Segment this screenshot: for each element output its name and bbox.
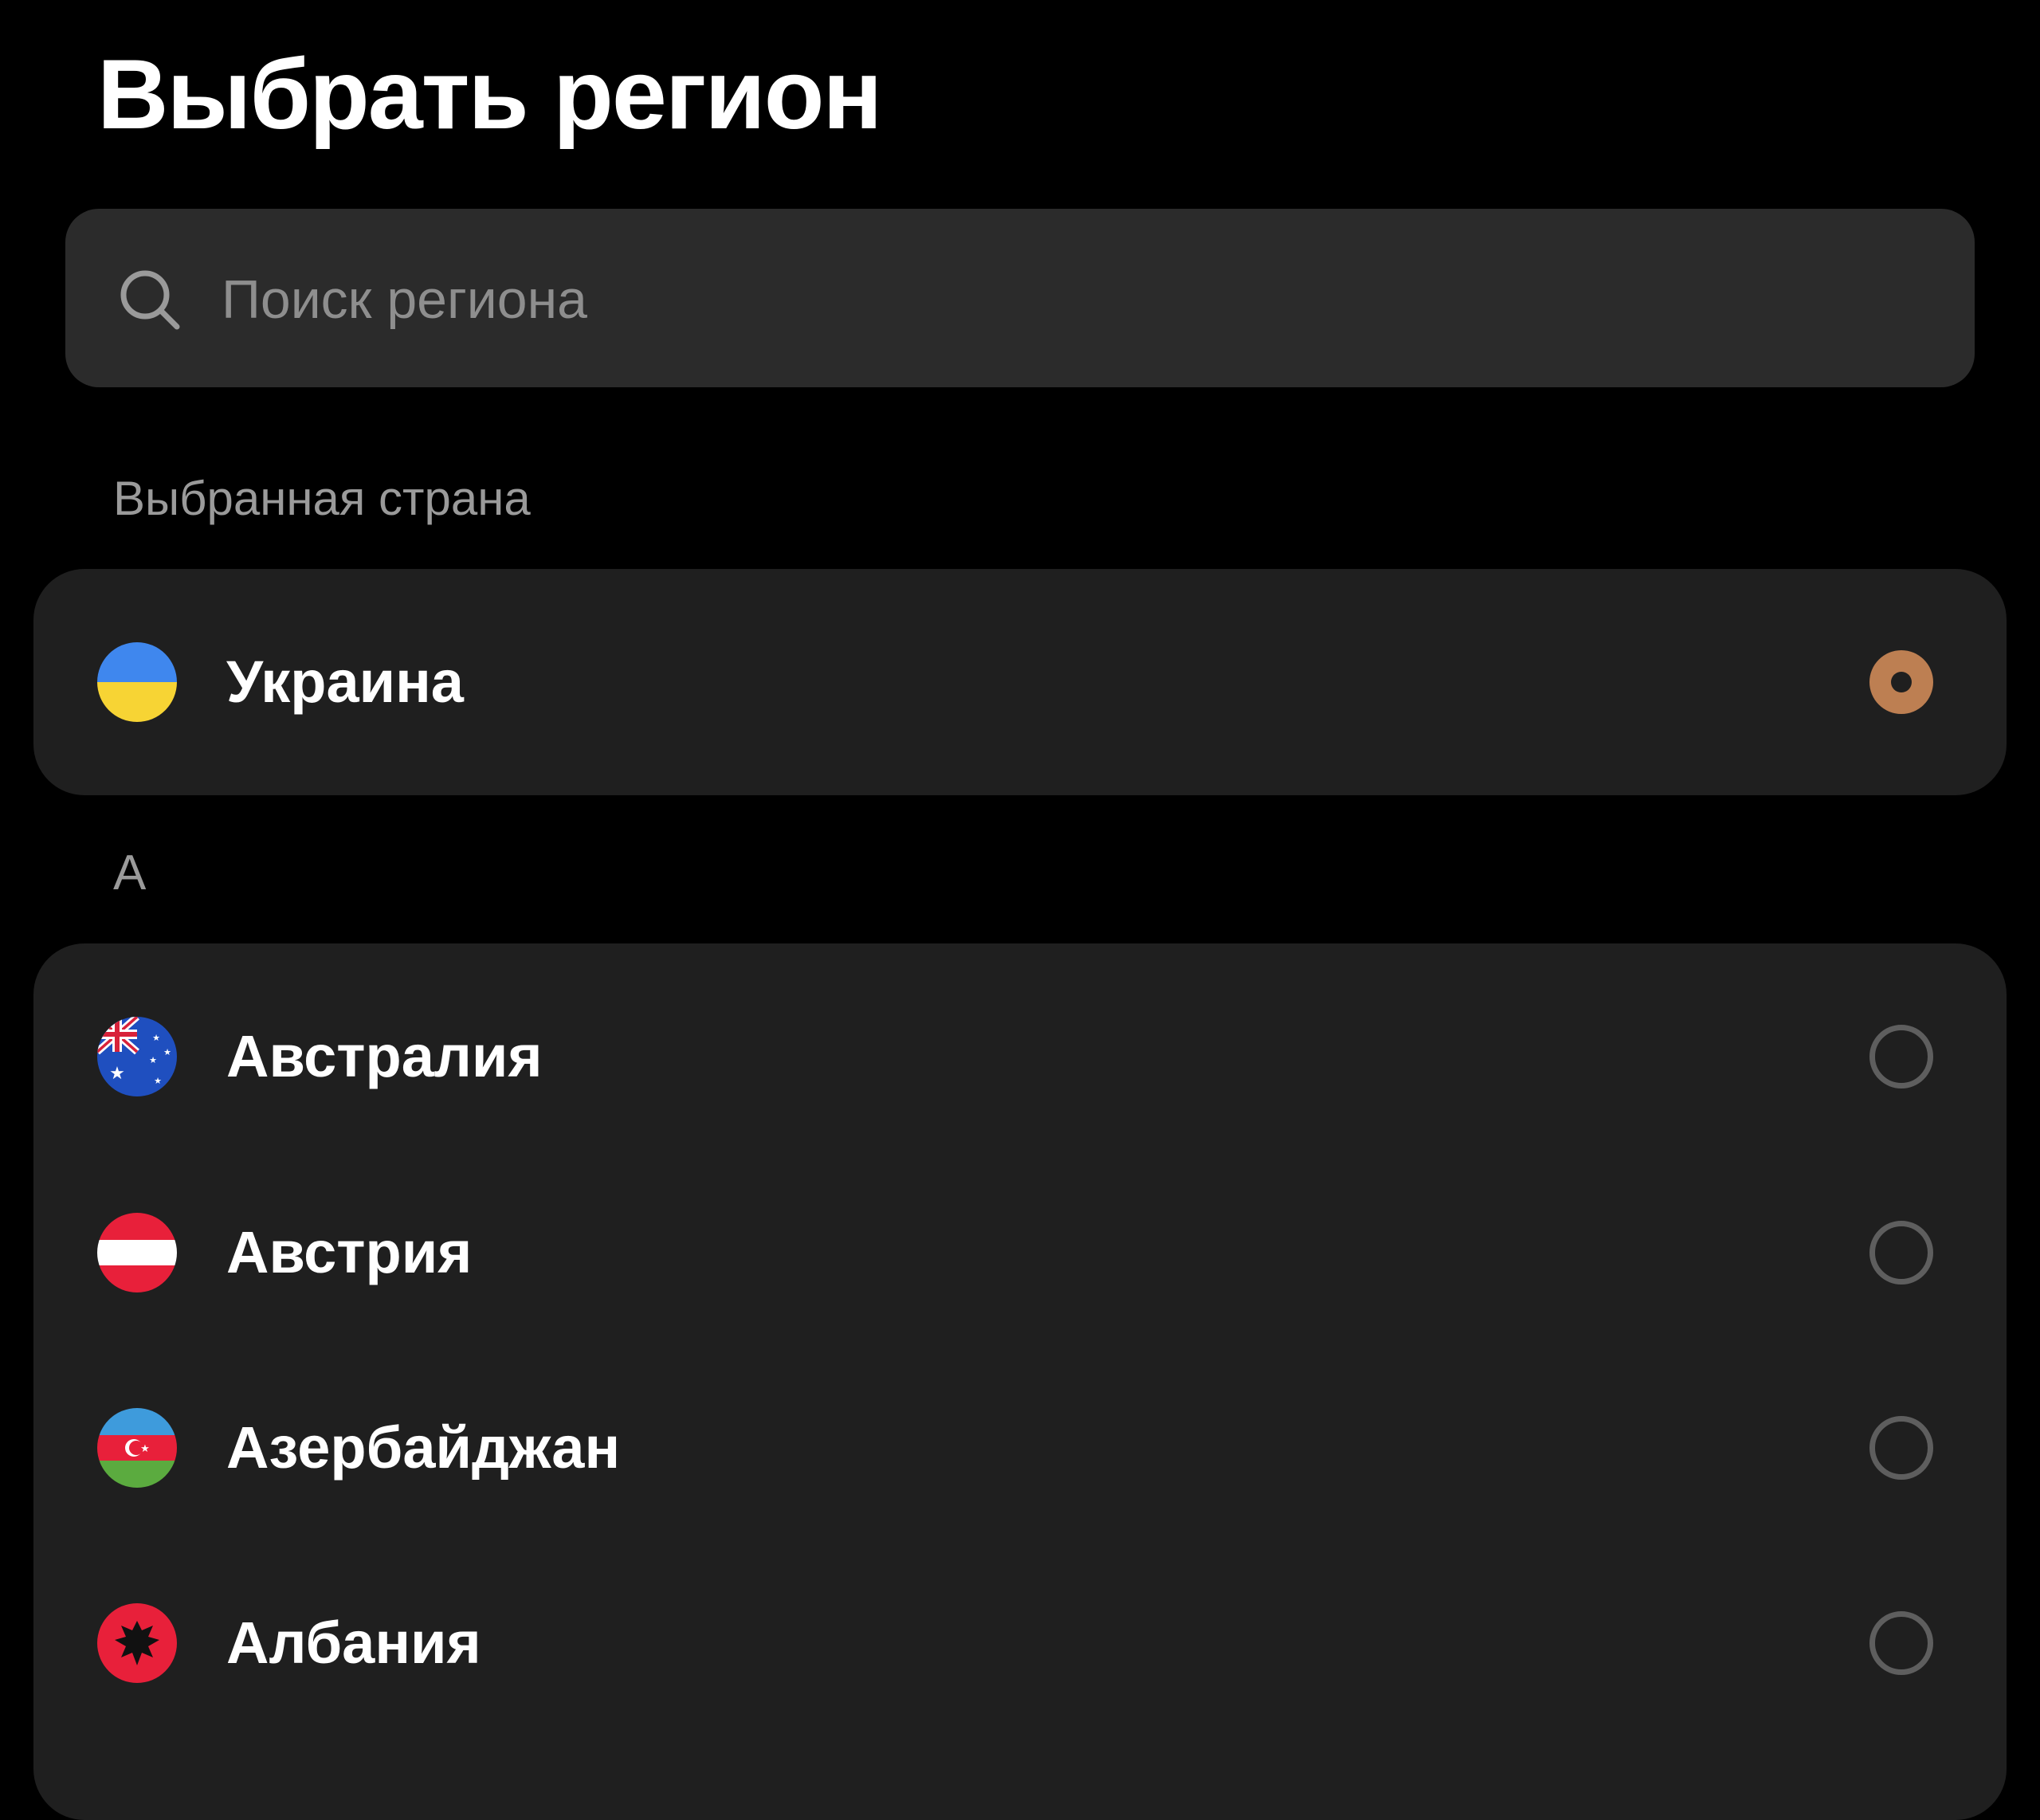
radio-unselected[interactable] [1869, 1416, 1933, 1480]
albania-flag-icon [97, 1603, 177, 1683]
selected-country-label: Выбранная страна [113, 472, 531, 525]
svg-text:★: ★ [140, 1443, 150, 1455]
country-name: Азербайджан [226, 1414, 621, 1481]
country-list-card: ★ ★ ★ ★ ★ Австралия Австрия ★ Азербайджа… [33, 943, 2007, 1820]
country-row-austria[interactable]: Австрия [33, 1138, 2007, 1332]
austria-flag-icon [97, 1213, 177, 1292]
australia-flag-icon: ★ ★ ★ ★ ★ [97, 1017, 177, 1096]
ukraine-flag-icon [97, 642, 177, 722]
svg-text:★: ★ [152, 1033, 160, 1043]
radio-selected[interactable] [1869, 650, 1933, 714]
country-row-australia[interactable]: ★ ★ ★ ★ ★ Австралия [33, 943, 2007, 1138]
country-name: Австрия [226, 1219, 473, 1285]
radio-unselected[interactable] [1869, 1025, 1933, 1088]
country-name: Австралия [226, 1023, 543, 1089]
country-row-albania[interactable]: Албания [33, 1528, 2007, 1723]
page-title: Выбрать регион [97, 40, 882, 150]
svg-text:★: ★ [149, 1055, 157, 1065]
azerbaijan-flag-icon: ★ [97, 1408, 177, 1488]
selected-country-card: Украина [33, 569, 2007, 795]
country-row-azerbaijan[interactable]: ★ Азербайджан [33, 1333, 2007, 1528]
radio-unselected[interactable] [1869, 1611, 1933, 1675]
search-icon [120, 270, 180, 330]
radio-unselected[interactable] [1869, 1221, 1933, 1285]
search-input[interactable] [222, 253, 1935, 346]
svg-text:★: ★ [154, 1076, 162, 1086]
section-letter: А [113, 845, 147, 900]
svg-text:★: ★ [163, 1047, 171, 1057]
country-row-ukraine[interactable]: Украина [33, 585, 2007, 779]
svg-text:★: ★ [109, 1064, 125, 1084]
country-name: Албания [226, 1610, 481, 1676]
country-name: Украина [226, 649, 464, 715]
